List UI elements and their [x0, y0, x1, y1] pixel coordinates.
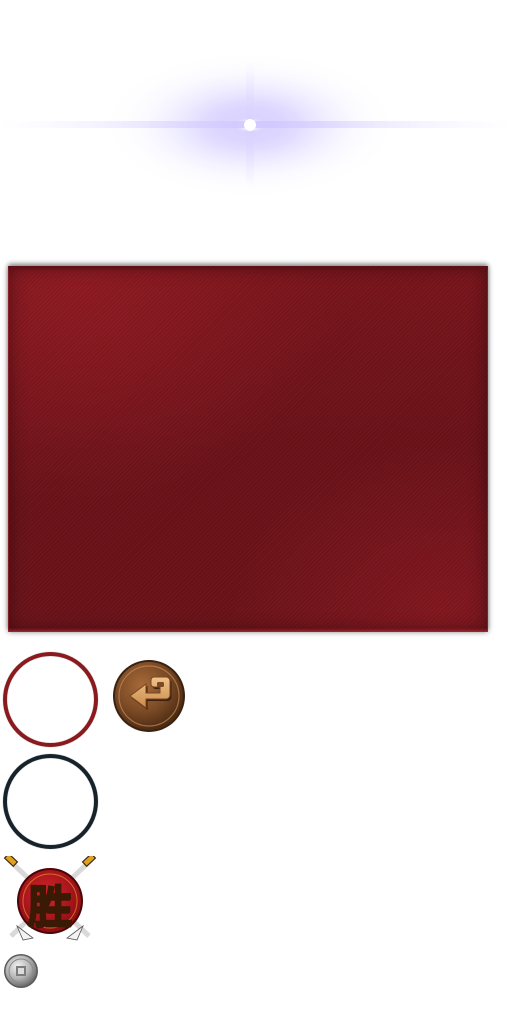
red-ring-frame	[3, 652, 98, 747]
return-arrow-icon[interactable]	[112, 659, 186, 733]
panel-top-edge	[8, 266, 488, 271]
red-panel-background	[8, 266, 488, 632]
light-flare-icon	[0, 50, 512, 200]
sprite-atlas: 胜	[0, 0, 512, 1024]
victory-glyph-text: 胜	[27, 881, 73, 934]
dark-ring-frame	[3, 754, 98, 849]
coin-icon	[4, 954, 38, 988]
panel-bottom-edge	[8, 628, 488, 632]
victory-glyph: 胜	[3, 856, 97, 942]
